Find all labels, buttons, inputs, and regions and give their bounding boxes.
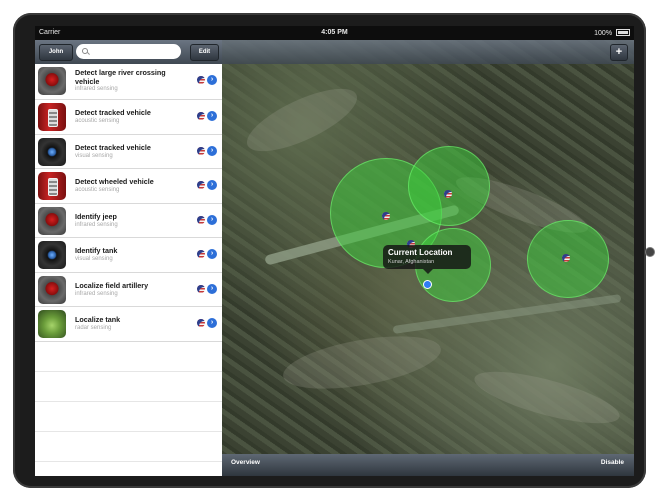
empty-row [35,402,222,432]
current-location-icon [423,280,432,289]
disclosure-arrow-icon[interactable]: › [207,283,217,294]
battery-percent: 100% [594,30,613,37]
item-subtitle: infrared sensing [75,290,118,297]
visual-sensor-icon [38,241,66,269]
edit-button[interactable]: Edit [190,44,219,61]
list-item[interactable]: Detect large river crossing vehicle infr… [35,64,222,100]
list-item[interactable]: Localize field artillery infrared sensin… [35,272,222,307]
disclosure-arrow-icon[interactable]: › [207,145,217,156]
battery-icon [616,29,630,36]
item-title: Detect tracked vehicle [75,108,151,117]
list-item[interactable]: Detect wheeled vehicle acoustic sensing … [35,169,222,204]
infrared-sensor-icon [38,67,66,95]
item-subtitle: infrared sensing [75,86,118,92]
sensor-pin-icon[interactable] [444,190,452,198]
search-input[interactable] [76,44,181,59]
item-title: Detect large river crossing vehicle [75,68,166,86]
item-title: Localize tank [75,315,121,324]
list-item[interactable]: Identify jeep infrared sensing › [35,203,222,238]
radar-sensor-icon [38,310,66,338]
user-button[interactable]: John [39,44,73,61]
disclosure-arrow-icon[interactable]: › [207,111,217,121]
river [392,294,622,334]
list-item[interactable]: Localize tank radar sensing › [35,307,222,342]
map-toolbar [222,40,634,64]
status-bar: Carrier 4:05 PM 100% [35,26,634,40]
us-flag-icon [197,76,205,84]
empty-row [35,372,222,402]
callout-title: Current Location [388,248,453,257]
clock: 4:05 PM [321,29,348,36]
sensor-pin-icon[interactable] [382,212,390,220]
us-flag-icon [197,112,205,120]
acoustic-sensor-icon [38,103,66,131]
disclosure-arrow-icon[interactable]: › [207,214,217,225]
item-subtitle: radar sensing [75,325,112,331]
item-title: Localize field artillery [75,280,149,290]
task-list: Detect large river crossing vehicle infr… [35,64,222,462]
list-item[interactable]: Detect tracked vehicle acoustic sensing … [35,100,222,135]
us-flag-icon [197,250,205,258]
overview-button[interactable]: Overview [231,459,260,466]
us-flag-icon [197,284,205,293]
us-flag-icon [197,215,205,224]
sidebar-toolbar: John Edit [35,40,222,64]
location-callout[interactable]: Current Location Kunar, Afghanistan [383,245,471,274]
list-item[interactable]: Identify tank visual sensing › [35,238,222,273]
side-button-icon [645,247,655,257]
ipad-screen: Carrier 4:05 PM 100% John Edit Detect la… [35,26,634,476]
battery-indicator: 100% [594,29,630,37]
sensor-coverage-zone[interactable] [408,146,490,226]
visual-sensor-icon [38,137,66,166]
item-title: Detect tracked vehicle [75,142,151,152]
item-subtitle: acoustic sensing [75,118,120,124]
map-bottom-bar: Overview Disable [222,454,634,476]
terrain-ridge [239,76,365,164]
acoustic-sensor-icon [38,172,66,200]
terrain-ridge [470,361,624,434]
item-title: Detect wheeled vehicle [75,177,154,186]
item-title: Identify tank [75,246,118,255]
infrared-sensor-icon [38,275,66,304]
satellite-map[interactable]: + Current Location Kunar, Afghanistan Ov… [222,40,634,476]
disclosure-arrow-icon[interactable]: › [207,318,217,328]
disclosure-arrow-icon[interactable]: › [207,75,217,85]
search-icon [82,48,88,54]
add-button[interactable]: + [610,44,628,61]
task-sidebar: John Edit Detect large river crossing ve… [35,40,222,476]
item-subtitle: visual sensing [75,152,113,159]
terrain-ridge [279,326,445,399]
callout-subtitle: Kunar, Afghanistan [388,259,435,265]
us-flag-icon [197,146,205,155]
item-subtitle: infrared sensing [75,221,118,228]
disable-button[interactable]: Disable [601,459,624,466]
empty-row [35,432,222,462]
disclosure-arrow-icon[interactable]: › [207,249,217,259]
list-item[interactable]: Detect tracked vehicle visual sensing › [35,134,222,169]
item-title: Identify jeep [75,211,117,221]
sensor-pin-icon[interactable] [562,254,570,262]
disclosure-arrow-icon[interactable]: › [207,180,217,190]
us-flag-icon [197,319,205,327]
empty-row [35,342,222,372]
us-flag-icon [197,181,205,189]
infrared-sensor-icon [38,206,66,235]
item-subtitle: visual sensing [75,256,113,262]
item-subtitle: acoustic sensing [75,187,120,193]
